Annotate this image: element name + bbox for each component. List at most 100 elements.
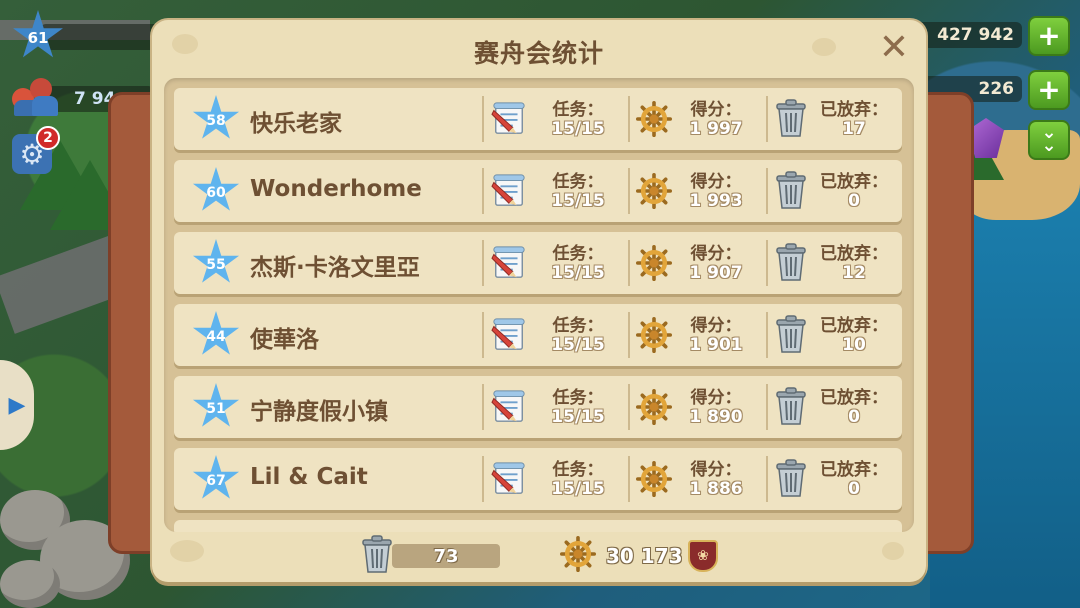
club-level: 51 (206, 401, 226, 417)
abandoned-label: 已放弃： (820, 244, 888, 264)
divider (766, 168, 768, 214)
abandoned-value: 0 (848, 479, 860, 499)
tasks-label: 任务： (552, 460, 604, 480)
abandoned-value: 0 (848, 407, 860, 427)
club-level-star-icon: 51 (192, 383, 240, 427)
club-row[interactable]: 58 快乐老家 任务： 15/15 得分： 1 997 已放弃： 17 (174, 88, 902, 150)
club-name: 宁静度假小镇 (250, 399, 388, 425)
tasks-label: 任务： (552, 316, 604, 336)
task-scroll-icon (490, 461, 528, 497)
trash-can-icon (774, 458, 812, 497)
trash-can-icon (774, 98, 812, 137)
level-bar (40, 24, 160, 50)
club-row[interactable]: 51 宁静度假小镇 任务： 15/15 得分： 1 890 已放弃： 0 (174, 376, 902, 438)
score-value: 1 993 (689, 191, 743, 211)
tasks-value: 15/15 (551, 119, 605, 139)
divider (482, 456, 484, 502)
task-scroll-icon (490, 317, 528, 353)
total-score-value: 30 173 (606, 544, 683, 568)
total-trash-can-icon (362, 535, 392, 573)
score-label: 得分： (690, 100, 742, 120)
total-ship-wheel-icon (560, 536, 596, 572)
divider (766, 312, 768, 358)
population-icon[interactable] (10, 74, 62, 118)
divider (766, 96, 768, 142)
divider (766, 384, 768, 430)
trash-can-icon (774, 314, 812, 353)
ship-wheel-icon (636, 461, 674, 497)
tasks-value: 15/15 (551, 191, 605, 211)
task-scroll-icon (490, 245, 528, 281)
task-scroll-icon (490, 389, 528, 425)
coins-value: 427 942 (937, 25, 1014, 45)
divider (628, 96, 630, 142)
abandoned-value: 0 (848, 191, 860, 211)
club-level-star-icon: 58 (192, 95, 240, 139)
score-label: 得分： (690, 172, 742, 192)
tasks-value: 15/15 (551, 407, 605, 427)
club-name: 快乐老家 (250, 111, 342, 137)
club-stats-list[interactable]: 58 快乐老家 任务： 15/15 得分： 1 997 已放弃： 17 60 Wonderhome… (164, 78, 914, 532)
tasks-label: 任务： (552, 172, 604, 192)
club-row[interactable]: 55 杰斯·卡洛文里亞 任务： 15/15 得分： 1 907 已放弃： 12 (174, 232, 902, 294)
total-abandoned-value: 73 (433, 545, 459, 567)
abandoned-label: 已放弃： (820, 172, 888, 192)
club-row[interactable]: 44 使華洛 任务： 15/15 得分： 1 901 已放弃： 10 (174, 304, 902, 366)
club-row[interactable]: 60 Wonderhome 任务： 15/15 得分： 1 993 已放弃： 0 (174, 160, 902, 222)
ship-wheel-icon (636, 173, 674, 209)
club-level-star-icon: 44 (192, 311, 240, 355)
totals-footer (152, 532, 926, 582)
tasks-value: 15/15 (551, 335, 605, 355)
club-level-star-icon: 60 (192, 167, 240, 211)
gems-value: 226 (978, 79, 1015, 99)
divider (482, 312, 484, 358)
expand-resources-button[interactable]: ⌄ ⌄ (1028, 120, 1070, 160)
dialog-title: 赛舟会统计 (473, 39, 604, 68)
abandoned-label: 已放弃： (820, 100, 888, 120)
tasks-label: 任务： (552, 244, 604, 264)
divider (766, 240, 768, 286)
ship-wheel-icon (636, 101, 674, 137)
club-level: 55 (206, 257, 226, 273)
player-level: 61 (27, 29, 49, 47)
abandoned-value: 12 (842, 263, 866, 283)
club-name: 杰斯·卡洛文里亞 (250, 255, 420, 281)
trash-can-icon (774, 170, 812, 209)
score-value: 1 890 (689, 407, 743, 427)
divider (482, 240, 484, 286)
regatta-stats-dialog: 赛舟会统计 ✕ 58 快乐老家 任务： 15/15 得分： 1 997 已放弃： 17 60 Wo… (152, 20, 926, 582)
trash-can-icon (774, 386, 812, 425)
divider (766, 456, 768, 502)
score-label: 得分： (690, 316, 742, 336)
score-label: 得分： (690, 388, 742, 408)
club-crest-icon: ❀ (688, 540, 718, 572)
divider (628, 312, 630, 358)
club-row[interactable] (174, 520, 902, 532)
ship-wheel-icon (636, 245, 674, 281)
trash-can-icon (774, 242, 812, 281)
score-value: 1 901 (689, 335, 743, 355)
abandoned-label: 已放弃： (820, 388, 888, 408)
notification-badge: 2 (36, 126, 60, 150)
tasks-value: 15/15 (551, 263, 605, 283)
club-level-star-icon: 67 (192, 455, 240, 499)
tasks-label: 任务： (552, 388, 604, 408)
abandoned-label: 已放弃： (820, 460, 888, 480)
score-value: 1 997 (689, 119, 743, 139)
total-abandoned-bar: 73 (392, 544, 500, 568)
task-scroll-icon (490, 101, 528, 137)
double-chevron-down-icon: ⌄ ⌄ (1041, 122, 1057, 156)
abandoned-label: 已放弃： (820, 316, 888, 336)
close-button[interactable]: ✕ (878, 30, 910, 66)
club-name: Lil & Cait (250, 464, 368, 490)
club-name: 使華洛 (250, 327, 319, 353)
divider (482, 168, 484, 214)
ship-wheel-icon (636, 389, 674, 425)
club-level: 60 (206, 185, 226, 201)
divider (628, 168, 630, 214)
add-gems-button[interactable]: + (1028, 70, 1070, 110)
abandoned-value: 10 (842, 335, 866, 355)
add-coins-button[interactable]: + (1028, 16, 1070, 56)
club-row[interactable]: 67 Lil & Cait 任务： 15/15 得分： 1 886 已放弃： 0 (174, 448, 902, 510)
divider (482, 384, 484, 430)
